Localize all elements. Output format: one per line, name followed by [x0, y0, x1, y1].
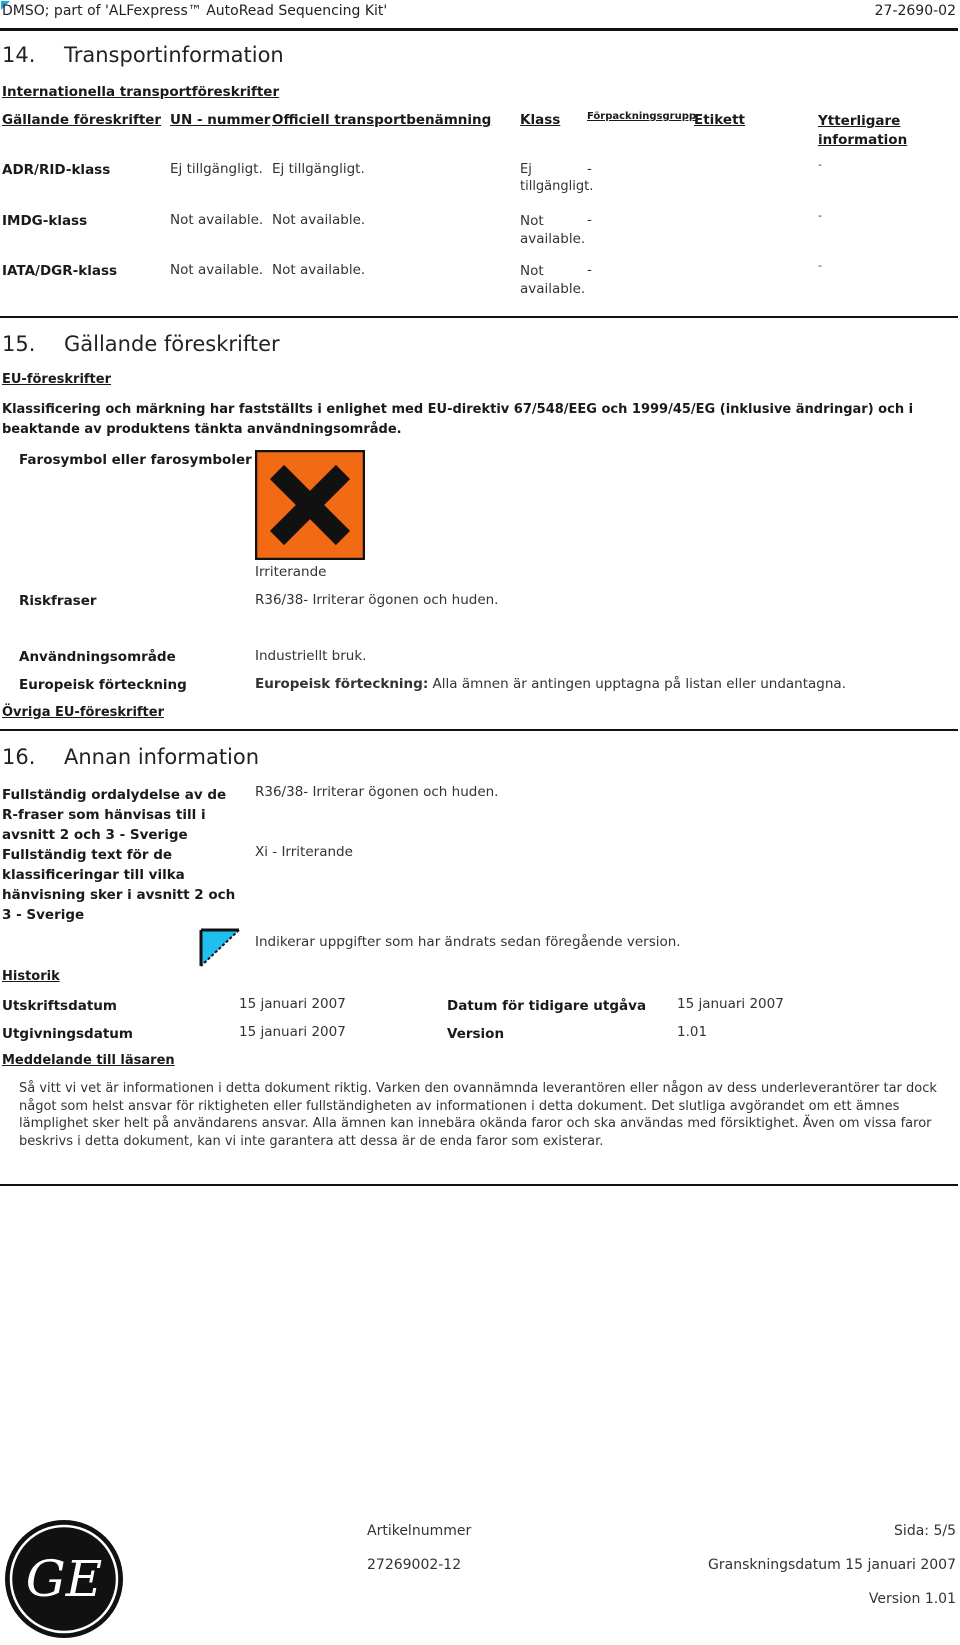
- row-packing-group: -: [587, 161, 592, 177]
- risk-phrases-value: R36/38- Irriterar ögonen och huden.: [255, 592, 499, 608]
- section-15-heading: 15. Gällande föreskrifter: [2, 332, 280, 356]
- version-value: 1.01: [677, 1024, 708, 1040]
- eu-regulations-subheading: EU-föreskrifter: [2, 372, 111, 387]
- section-divider: [0, 1184, 958, 1186]
- row-regulation: IATA/DGR-klass: [2, 263, 118, 279]
- hazard-symbol-label: Farosymbol eller farosymboler: [19, 452, 252, 468]
- history-subheading: Historik: [2, 969, 60, 984]
- row-packing-group: -: [587, 212, 592, 228]
- section-number: 16.: [2, 745, 36, 769]
- use-area-value: Industriellt bruk.: [255, 648, 367, 664]
- eu-inventory-value-text: Alla ämnen är antingen upptagna på lista…: [432, 676, 846, 692]
- section-divider: [0, 316, 958, 318]
- row-un-number: Ej tillgängligt.: [170, 161, 263, 177]
- classifications-full-label: Fullständig text för de klassificeringar…: [2, 847, 236, 923]
- section-14-heading: 14. Transportinformation: [2, 43, 284, 67]
- print-date-label: Utskriftsdatum: [2, 998, 117, 1014]
- row-shipping-name: Not available.: [272, 212, 366, 228]
- col-header-regulation: Gällande föreskrifter: [2, 112, 162, 128]
- version-label: Version: [447, 1026, 505, 1042]
- hazard-symbol-caption: Irriterande: [255, 564, 327, 580]
- eu-inventory-label: Europeisk förteckning: [19, 677, 187, 693]
- classifications-full-value: Xi - Irriterande: [255, 844, 353, 860]
- row-additional-info: -: [818, 158, 822, 171]
- row-additional-info: -: [818, 259, 822, 272]
- col-header-packing-group: Förpackningsgrupp: [587, 111, 697, 122]
- issue-date-value: 15 januari 2007: [239, 1024, 346, 1040]
- print-date-value: 15 januari 2007: [239, 996, 346, 1012]
- section-title: Gällande föreskrifter: [64, 332, 280, 356]
- row-class: Ej tillgängligt.: [520, 162, 594, 194]
- r-phrases-full-value: R36/38- Irriterar ögonen och huden.: [255, 784, 499, 800]
- risk-phrases-label: Riskfraser: [19, 593, 97, 609]
- header-divider: [0, 28, 958, 31]
- col-header-label: Etikett: [694, 112, 745, 128]
- section-16-heading: 16. Annan information: [2, 745, 259, 769]
- notice-subheading: Meddelande till läsaren: [2, 1053, 175, 1068]
- row-un-number: Not available.: [170, 212, 264, 228]
- col-header-class: Klass: [520, 112, 561, 128]
- eu-inventory-value-label: Europeisk förteckning:: [255, 676, 429, 692]
- article-number-label: Artikelnummer: [367, 1523, 472, 1539]
- section-divider: [0, 729, 958, 731]
- section-title: Transportinformation: [64, 43, 284, 67]
- section-number: 15.: [2, 332, 36, 356]
- article-number-value: 27269002-12: [367, 1557, 462, 1573]
- row-class: Not available.: [520, 263, 586, 297]
- change-marker-text: Indikerar uppgifter som har ändrats seda…: [255, 934, 681, 950]
- page-number: Sida: 5/5: [894, 1523, 956, 1539]
- ge-logo-icon: GE: [3, 1518, 125, 1640]
- row-un-number: Not available.: [170, 262, 264, 278]
- previous-date-value: 15 januari 2007: [677, 996, 784, 1012]
- classification-text: Klassificering och märkning har faststäl…: [2, 402, 914, 437]
- row-shipping-name: Ej tillgängligt.: [272, 161, 365, 177]
- section-title: Annan information: [64, 745, 260, 769]
- review-date: Granskningsdatum 15 januari 2007: [708, 1557, 956, 1573]
- row-class: Not available.: [520, 213, 586, 247]
- row-regulation: ADR/RID-klass: [2, 162, 111, 178]
- row-shipping-name: Not available.: [272, 262, 366, 278]
- transport-subheading: Internationella transportföreskrifter: [2, 84, 280, 100]
- previous-date-label: Datum för tidigare utgåva: [447, 998, 647, 1014]
- document-title: DMSO; part of 'ALFexpress™ AutoRead Sequ…: [2, 3, 388, 19]
- row-packing-group: -: [587, 262, 592, 278]
- row-additional-info: -: [818, 209, 822, 222]
- issue-date-label: Utgivningsdatum: [2, 1026, 133, 1042]
- other-eu-regulations-subheading: Övriga EU-föreskrifter: [2, 705, 164, 720]
- eu-inventory-value: Europeisk förteckning: Alla ämnen är ant…: [255, 676, 846, 692]
- col-header-additional-info: Ytterligare information: [818, 113, 908, 148]
- footer-version: Version 1.01: [868, 1591, 956, 1607]
- col-header-shipping-name: Officiell transportbenämning: [272, 112, 492, 128]
- document-code: 27-2690-02: [874, 3, 956, 19]
- notice-text: Så vitt vi vet är informationen i detta …: [19, 1081, 937, 1149]
- col-header-un-number: UN - nummer: [170, 112, 271, 128]
- change-marker-icon: [199, 928, 241, 968]
- r-phrases-full-label: Fullständig ordalydelse av de R-fraser s…: [2, 787, 227, 843]
- svg-text:GE: GE: [26, 1550, 102, 1608]
- section-number: 14.: [2, 43, 36, 67]
- irritant-x-icon: [254, 449, 366, 561]
- row-regulation: IMDG-klass: [2, 213, 88, 229]
- use-area-label: Användningsområde: [19, 649, 176, 665]
